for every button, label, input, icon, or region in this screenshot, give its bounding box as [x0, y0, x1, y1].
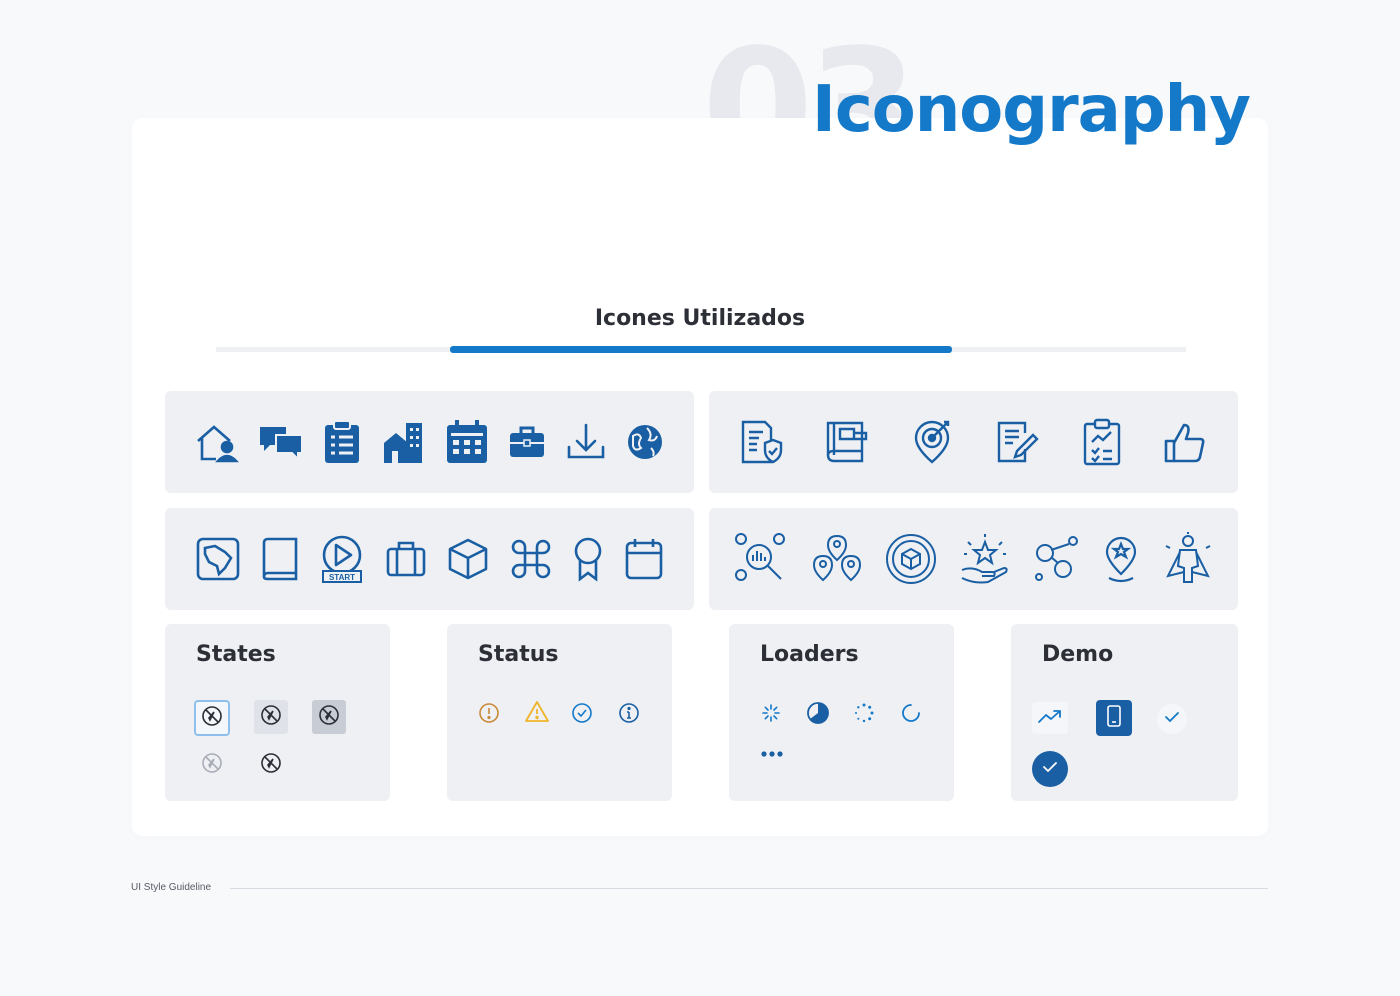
info-icon: [618, 702, 640, 729]
loaders-title: Loaders: [760, 642, 859, 667]
book-outline-icon: [260, 537, 300, 581]
command-icon: [510, 538, 552, 580]
demo-panel: Demo: [1011, 624, 1238, 801]
compass-icon: [260, 753, 282, 778]
spinner-rays-icon: [760, 702, 782, 729]
footer-divider: [230, 888, 1268, 889]
compass-icon: [318, 704, 340, 731]
dots-row-loader-icon: [760, 746, 784, 764]
trending-up-icon: [1037, 708, 1063, 729]
compass-state-hover[interactable]: [254, 700, 288, 734]
calendar-icon: [445, 419, 489, 465]
location-star-icon: [1101, 534, 1141, 584]
start-label: START: [329, 573, 355, 582]
pie-loader-icon: [806, 701, 830, 730]
icon-panel-outline: [709, 391, 1238, 493]
location-target-icon: [910, 418, 956, 466]
check-icon: [1164, 710, 1180, 728]
error-circle-icon: [478, 702, 500, 729]
status-panel: Status: [447, 624, 672, 801]
mobile-device-button[interactable]: [1096, 700, 1132, 736]
status-title: Status: [478, 642, 559, 667]
mobile-device-icon: [1107, 704, 1121, 732]
compass-icon: [201, 753, 223, 778]
icon-panel-filled: [165, 391, 694, 493]
dots-circle-loader-icon: [853, 702, 875, 729]
superhero-icon: [1162, 532, 1214, 586]
star-hand-icon: [958, 532, 1012, 586]
section-rule-active: [450, 346, 952, 353]
trending-up-button[interactable]: [1032, 702, 1068, 734]
people-connect-icon: [1033, 533, 1081, 585]
start-play-icon: START: [319, 534, 365, 584]
icon-panel-outline-2: START: [165, 508, 694, 610]
page-title: Iconography: [812, 73, 1251, 147]
check-button[interactable]: [1157, 704, 1187, 734]
team-network-icon: [810, 532, 864, 586]
compass-state-default[interactable]: [260, 752, 282, 779]
note-edit-icon: [995, 419, 1041, 465]
home-user-icon: [194, 419, 240, 465]
states-panel: States: [165, 624, 390, 801]
compass-icon: [201, 705, 223, 732]
buildings-icon: [380, 419, 426, 465]
compass-state-focused[interactable]: [194, 700, 230, 736]
arc-loader-icon: [900, 702, 922, 729]
thumbs-up-icon: [1162, 419, 1208, 465]
briefcase-icon: [507, 422, 547, 462]
success-check-icon: [571, 702, 593, 729]
document-shield-icon: [739, 418, 785, 466]
compass-state-pressed[interactable]: [312, 700, 346, 734]
luggage-icon: [385, 539, 427, 579]
map-brazil-icon: [195, 536, 241, 582]
compass-icon: [260, 704, 282, 731]
download-icon: [565, 421, 607, 463]
clipboard-list-icon: [322, 419, 362, 465]
demo-title: Demo: [1042, 642, 1114, 667]
footer-label: UI Style Guideline: [131, 882, 212, 893]
chat-bubbles-icon: [258, 419, 304, 465]
book-icon: [824, 419, 870, 465]
cube-icon: [446, 537, 490, 581]
compass-state-disabled[interactable]: [201, 752, 223, 779]
states-title: States: [196, 642, 276, 667]
loaders-panel: Loaders: [729, 624, 954, 801]
award-ribbon-icon: [571, 536, 605, 582]
clipboard-chart-icon: [1081, 418, 1123, 466]
check-icon: [1042, 760, 1058, 778]
icon-panel-detailed: [709, 508, 1238, 610]
check-filled-button[interactable]: [1032, 751, 1068, 787]
warning-icon: [524, 700, 550, 729]
globe-cube-icon: [884, 532, 938, 586]
section-title: Icones Utilizados: [594, 306, 806, 331]
globe-icon: [625, 422, 665, 462]
people-search-icon: [733, 531, 789, 587]
calendar-outline-icon: [624, 537, 664, 581]
